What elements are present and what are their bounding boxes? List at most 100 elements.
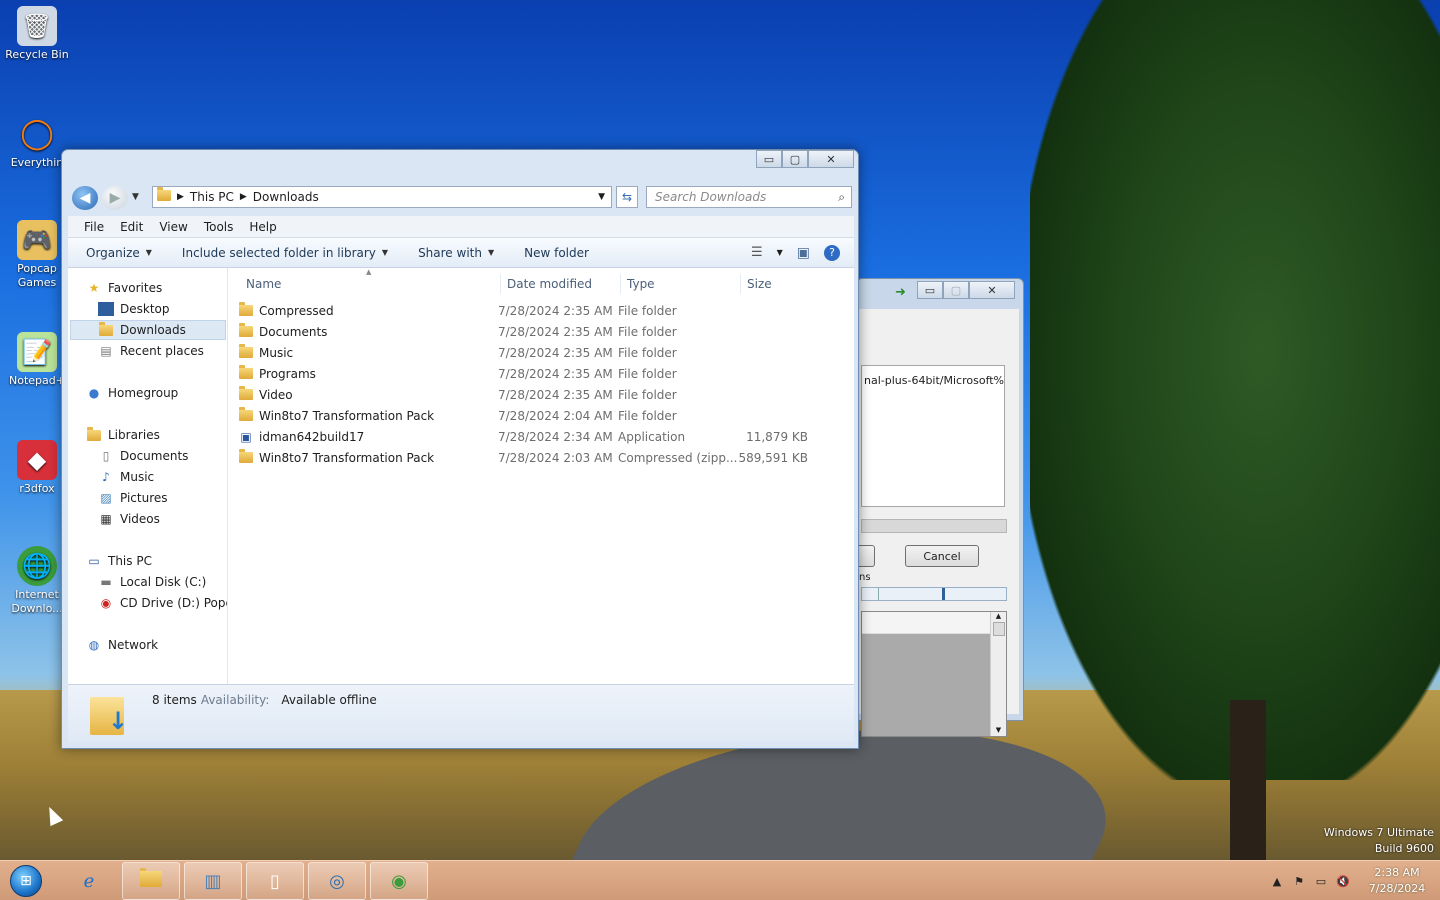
close-button[interactable]: ✕: [808, 150, 854, 168]
file-row[interactable]: Win8to7 Transformation Pack 7/28/2024 2:…: [238, 447, 828, 468]
menu-bar: File Edit View Tools Help: [68, 216, 854, 238]
listbox-scrollbar[interactable]: ▲ ▼: [990, 612, 1006, 736]
nav-videos[interactable]: ▦ Videos: [98, 509, 160, 529]
taskbar-internet-explorer[interactable]: ℯ: [60, 862, 118, 900]
help-icon[interactable]: ?: [824, 244, 840, 261]
start-button[interactable]: ⊞: [4, 863, 48, 899]
watermark-edition: Windows 7 Ultimate: [1323, 826, 1434, 839]
nav-label: CD Drive (D:) Popcap: [120, 596, 227, 610]
bg-maximize-button[interactable]: ▢: [943, 281, 969, 299]
column-header-name[interactable]: Name: [246, 274, 496, 294]
slider-thumb[interactable]: [942, 588, 945, 600]
bg-minimize-button[interactable]: ▭: [917, 281, 943, 299]
nav-documents[interactable]: ▯ Documents: [98, 446, 189, 466]
file-size: 589,591 KB: [738, 450, 808, 465]
file-type: Compressed (zipp...: [618, 450, 738, 465]
share-with-button[interactable]: Share with ▼: [418, 246, 494, 260]
nav-libraries[interactable]: Libraries: [86, 425, 160, 445]
refresh-button[interactable]: ⇆: [616, 186, 638, 208]
nav-label: Downloads: [120, 323, 186, 337]
volume-muted-icon[interactable]: 🔇: [1332, 875, 1354, 888]
nav-homegroup[interactable]: ● Homegroup: [86, 383, 179, 403]
view-dropdown-icon[interactable]: ▼: [777, 248, 783, 257]
search-input[interactable]: Search Downloads: [655, 190, 766, 204]
scroll-down-icon[interactable]: ▼: [991, 726, 1006, 734]
bg-close-button[interactable]: ✕: [969, 281, 1015, 299]
column-header-type[interactable]: Type: [620, 274, 738, 294]
file-type: File folder: [618, 324, 677, 339]
forward-button[interactable]: ▶: [102, 186, 128, 210]
scroll-up-icon[interactable]: ▲: [991, 612, 1006, 620]
preview-pane-icon[interactable]: ▣: [797, 245, 810, 261]
cancel-button[interactable]: Cancel: [905, 545, 979, 567]
nav-label: Pictures: [120, 491, 168, 505]
search-icon[interactable]: ⌕: [838, 190, 845, 205]
nav-pictures[interactable]: ▨ Pictures: [98, 488, 168, 508]
file-row[interactable]: ▣ idman642build17 7/28/2024 2:34 AM Appl…: [238, 426, 828, 447]
file-row[interactable]: Programs 7/28/2024 2:35 AM File folder: [238, 363, 828, 384]
taskbar-installer[interactable]: ▥: [184, 862, 242, 900]
file-row[interactable]: Win8to7 Transformation Pack 7/28/2024 2:…: [238, 405, 828, 426]
hard-disk-icon: ▬: [100, 575, 112, 589]
column-header-date[interactable]: Date modified: [500, 274, 616, 294]
action-center-flag-icon[interactable]: ⚑: [1288, 875, 1310, 888]
new-folder-button[interactable]: New folder: [524, 246, 589, 260]
blank-document-icon: ▯: [270, 870, 280, 892]
network-tray-icon[interactable]: ▭: [1310, 875, 1332, 888]
nav-this-pc[interactable]: ▭ This PC: [86, 551, 152, 571]
clock-time: 2:38 AM: [1374, 866, 1420, 879]
nav-music[interactable]: ♪ Music: [98, 467, 154, 487]
nav-network[interactable]: ◍ Network: [86, 635, 158, 655]
file-row[interactable]: Video 7/28/2024 2:35 AM File folder: [238, 384, 828, 405]
menu-help[interactable]: Help: [243, 220, 282, 234]
show-hidden-icons-icon[interactable]: ▲: [1266, 875, 1288, 888]
taskbar-file-explorer[interactable]: [122, 862, 180, 900]
nav-favorites[interactable]: ★ Favorites: [86, 278, 163, 298]
back-button[interactable]: ◀: [72, 186, 98, 210]
taskbar-browser[interactable]: ◎: [308, 862, 366, 900]
background-dialog-window[interactable]: ➜ ▭ ▢ ✕ nal-plus-64bit/Microsoft%2 Cance…: [855, 278, 1024, 737]
notepad-plus-icon: 📝: [17, 332, 57, 372]
file-row[interactable]: Music 7/28/2024 2:35 AM File folder: [238, 342, 828, 363]
recent-pages-dropdown[interactable]: ▼: [132, 192, 139, 202]
scroll-thumb[interactable]: [992, 622, 1005, 636]
column-header-size[interactable]: Size: [740, 274, 820, 294]
details-pane: ↓ 8 items Availability: Available offlin…: [68, 684, 854, 742]
menu-edit[interactable]: Edit: [114, 220, 149, 234]
view-options-icon[interactable]: ☰: [751, 245, 763, 260]
bg-dialog-slider[interactable]: [861, 587, 1007, 601]
bg-dialog-url-text[interactable]: nal-plus-64bit/Microsoft%2: [861, 365, 1005, 507]
tree-trunk: [1230, 700, 1266, 860]
bg-dialog-listbox[interactable]: ▲ ▼: [861, 611, 1007, 737]
chevron-down-icon: ▼: [145, 248, 152, 257]
taskbar-notepad[interactable]: ▯: [246, 862, 304, 900]
maximize-button[interactable]: ▢: [782, 150, 808, 168]
menu-tools[interactable]: Tools: [198, 220, 240, 234]
file-name: Music: [259, 345, 294, 360]
menu-view[interactable]: View: [153, 220, 193, 234]
nav-downloads[interactable]: Downloads: [70, 320, 226, 340]
organize-button[interactable]: Organize ▼: [86, 246, 152, 260]
explorer-window[interactable]: ▭ ▢ ✕ ◀ ▶ ▼ ▶ This PC ▶ Downloads ▼ ⇆ Se…: [61, 149, 859, 749]
file-row[interactable]: Compressed 7/28/2024 2:35 AM File folder: [238, 300, 828, 321]
breadcrumb-this-pc[interactable]: This PC: [190, 190, 234, 204]
minimize-button[interactable]: ▭: [756, 150, 782, 168]
include-in-library-button[interactable]: Include selected folder in library ▼: [182, 246, 388, 260]
search-box[interactable]: Search Downloads ⌕: [646, 186, 852, 208]
watermark-build: Build 9600: [1374, 842, 1434, 855]
desktop-icon-recycle-bin[interactable]: 🗑 Recycle Bin: [2, 6, 72, 62]
nav-label: Local Disk (C:): [120, 575, 207, 589]
taskbar-idm[interactable]: ◉: [370, 862, 428, 900]
address-dropdown-icon[interactable]: ▼: [598, 192, 605, 202]
nav-local-disk[interactable]: ▬ Local Disk (C:): [98, 572, 206, 592]
breadcrumb-downloads[interactable]: Downloads: [253, 190, 319, 204]
clock[interactable]: 2:38 AM 7/28/2024: [1354, 865, 1440, 897]
menu-file[interactable]: File: [78, 220, 110, 234]
nav-cd-drive[interactable]: ◉ CD Drive (D:) Popcap: [98, 593, 227, 613]
address-bar[interactable]: ▶ This PC ▶ Downloads ▼: [152, 186, 612, 208]
nav-recent-places[interactable]: ▤ Recent places: [98, 341, 204, 361]
nav-desktop[interactable]: Desktop: [98, 299, 170, 319]
nav-label: Desktop: [120, 302, 170, 316]
file-row[interactable]: Documents 7/28/2024 2:35 AM File folder: [238, 321, 828, 342]
globe-icon: ◎: [329, 870, 345, 892]
